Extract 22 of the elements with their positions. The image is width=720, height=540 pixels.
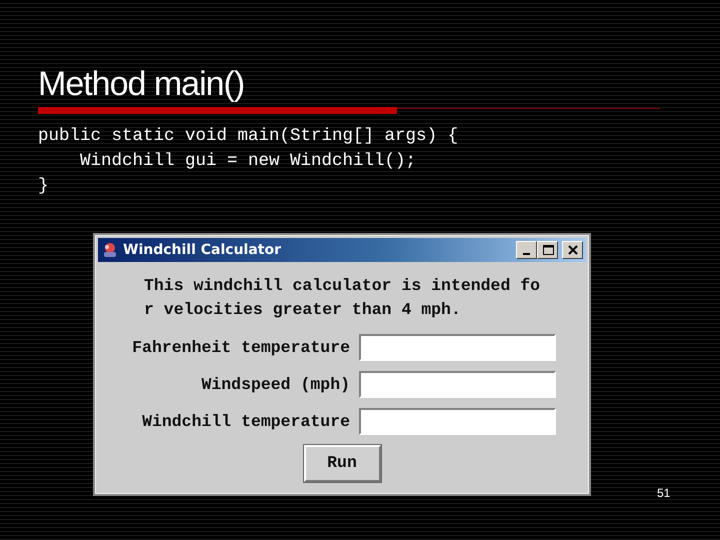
run-button[interactable]: Run: [304, 445, 380, 482]
app-icon: [101, 241, 119, 259]
code-line: public static void main(String[] args) {: [38, 125, 460, 148]
code-line: }: [38, 175, 50, 198]
text-field[interactable]: [359, 408, 556, 435]
text-field[interactable]: [359, 334, 556, 361]
minimize-icon: [523, 253, 530, 255]
code-line: Windchill gui = new Windchill();: [79, 150, 418, 173]
window-title: Windchill Calculator: [123, 240, 282, 260]
page-number: 51: [657, 485, 670, 502]
description-line: r velocities greater than 4 mph.: [144, 299, 462, 321]
field-label: Windchill temperature: [141, 411, 350, 433]
text-field[interactable]: [359, 371, 556, 398]
maximize-icon: [540, 243, 554, 257]
close-button[interactable]: [562, 241, 583, 259]
field-label: Windspeed (mph): [200, 374, 350, 396]
field-label: Fahrenheit temperature: [131, 337, 350, 359]
maximize-button[interactable]: [537, 241, 558, 259]
close-icon: [566, 243, 580, 257]
description-line: This windchill calculator is intended fo: [144, 275, 542, 297]
slide-title: Method main(): [38, 64, 246, 104]
minimize-button[interactable]: [516, 241, 537, 259]
